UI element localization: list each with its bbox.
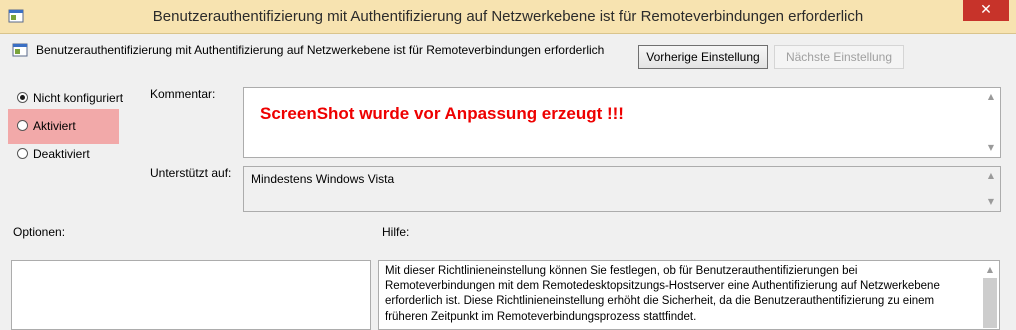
setting-name: Benutzerauthentifizierung mit Authentifi… — [36, 43, 605, 57]
previous-setting-button[interactable]: Vorherige Einstellung — [638, 45, 768, 69]
help-text: Mit dieser Richtlinieneinstellung können… — [385, 264, 975, 325]
options-label: Optionen: — [13, 225, 66, 239]
help-line: Mit dieser Richtlinieneinstellung können… — [385, 265, 858, 277]
policy-setting-icon — [12, 43, 28, 57]
supported-field: Mindestens Windows Vista ▲ ▼ — [243, 166, 1001, 212]
radio-disabled[interactable]: Deaktiviert — [17, 144, 90, 164]
radio-label: Nicht konfiguriert — [33, 91, 124, 105]
radio-enabled[interactable]: Aktiviert — [17, 116, 76, 136]
radio-button[interactable] — [17, 92, 28, 104]
scroll-down-icon[interactable]: ▼ — [983, 140, 999, 156]
scroll-up-icon[interactable]: ▲ — [983, 89, 999, 105]
supported-label: Unterstützt auf: — [150, 166, 232, 180]
radio-button[interactable] — [17, 148, 28, 160]
scroll-down-icon[interactable]: ▼ — [983, 194, 999, 210]
supported-value: Mindestens Windows Vista — [251, 172, 395, 186]
radio-not-configured[interactable]: Nicht konfiguriert — [17, 88, 123, 108]
comment-scrollbar[interactable]: ▲ ▼ — [983, 89, 999, 156]
comment-input[interactable]: ScreenShot wurde vor Anpassung erzeugt !… — [243, 87, 1001, 158]
options-pane[interactable] — [11, 260, 371, 330]
help-scrollbar[interactable]: ▲ — [982, 262, 998, 328]
radio-label: Aktiviert — [33, 119, 76, 133]
help-label: Hilfe: — [382, 225, 410, 239]
window-title: Benutzerauthentifizierung mit Authentifi… — [152, 8, 864, 25]
title-bar: Benutzerauthentifizierung mit Authentifi… — [0, 0, 1016, 34]
radio-button[interactable] — [17, 120, 28, 132]
help-line: früheren Zeitpunkt im Remoteverbindungsp… — [385, 310, 697, 323]
scroll-up-icon[interactable]: ▲ — [982, 262, 998, 278]
supported-scrollbar[interactable]: ▲ ▼ — [983, 168, 999, 210]
close-button[interactable]: ✕ — [963, 0, 1009, 21]
comment-value: ScreenShot wurde vor Anpassung erzeugt !… — [260, 104, 624, 123]
comment-label: Kommentar: — [150, 87, 216, 101]
help-pane[interactable]: Mit dieser Richtlinieneinstellung können… — [378, 260, 1000, 330]
scroll-thumb[interactable] — [983, 278, 997, 328]
help-line: Remoteverbindungen mit dem Remotedesktop… — [385, 280, 940, 293]
radio-label: Deaktiviert — [33, 147, 90, 161]
help-line: erforderlich ist. Diese Richtlinieneinst… — [385, 295, 935, 308]
next-setting-button[interactable]: Nächste Einstellung — [774, 45, 904, 69]
scroll-up-icon[interactable]: ▲ — [983, 168, 999, 184]
